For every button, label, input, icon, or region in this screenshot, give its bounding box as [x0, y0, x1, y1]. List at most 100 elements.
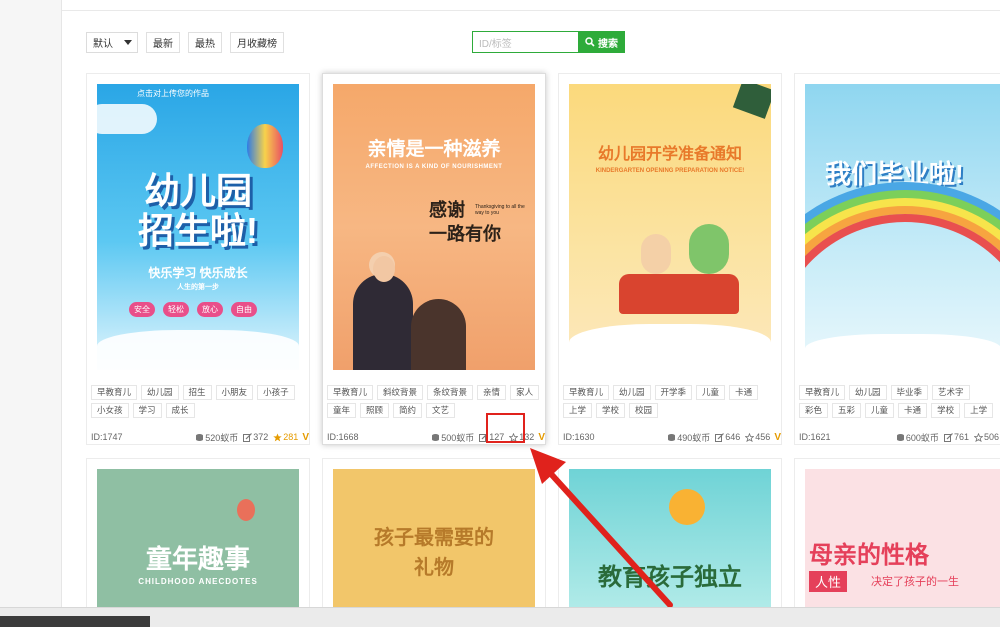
- frog-illustration: [689, 224, 729, 274]
- tag[interactable]: 毕业季: [890, 385, 929, 400]
- tag[interactable]: 亲情: [477, 385, 507, 400]
- tag[interactable]: 开学季: [654, 385, 693, 400]
- tag[interactable]: 卡通: [729, 385, 759, 400]
- tag[interactable]: 五彩: [832, 403, 862, 418]
- poster-headline-2: 礼物: [414, 557, 454, 579]
- poster-image[interactable]: 亲情是一种滋养 AFFECTION IS A KIND OF NOURISHME…: [333, 84, 535, 370]
- tag[interactable]: 文艺: [426, 403, 456, 418]
- tag[interactable]: 小孩子: [257, 385, 295, 400]
- edit-icon: [243, 432, 253, 442]
- family-illustration: [411, 299, 466, 370]
- poster-chip: 自由: [231, 302, 257, 317]
- tag[interactable]: 校园: [629, 403, 659, 418]
- poster-headline: 亲情是一种滋养: [367, 139, 501, 160]
- template-id: ID:1747: [91, 432, 123, 442]
- template-id: ID:1621: [799, 432, 831, 442]
- sort-newest-button[interactable]: 最新: [146, 31, 180, 53]
- tag[interactable]: 幼儿园: [141, 385, 179, 400]
- tag[interactable]: 幼儿园: [849, 385, 887, 400]
- coin-icon: [196, 433, 204, 441]
- favorite-count-value: 281: [283, 432, 299, 442]
- poster-subtitle: 决定了孩子的一生: [871, 576, 959, 588]
- tag[interactable]: 艺术字: [932, 385, 970, 400]
- taskbar-segment: [0, 616, 150, 627]
- vip-icon: V: [774, 431, 781, 443]
- bottom-bar: [0, 607, 1000, 627]
- poster-subtitle: KINDERGARTEN OPENING PREPARATION NOTICE!: [595, 168, 745, 174]
- tag[interactable]: 成长: [165, 403, 195, 418]
- template-card[interactable]: 母亲的性格 人性 决定了孩子的一生: [794, 458, 1000, 627]
- poster-image[interactable]: 我们毕业啦!: [805, 84, 1000, 370]
- tag[interactable]: 小朋友: [215, 385, 254, 400]
- tag[interactable]: 儿童: [696, 385, 726, 400]
- sort-hottest-button[interactable]: 最热: [188, 31, 222, 53]
- poster-subtitle: 人生的第一步: [177, 284, 219, 291]
- tag[interactable]: 早教育儿: [799, 385, 846, 400]
- tag[interactable]: 儿童: [865, 403, 895, 418]
- sort-monthly-button[interactable]: 月收藏榜: [230, 31, 284, 53]
- coin-icon: [432, 433, 440, 441]
- poster-chip: 放心: [197, 302, 223, 317]
- template-card[interactable]: 童年趣事 CHILDHOOD ANECDOTES: [86, 458, 310, 627]
- sort-select[interactable]: 默认: [86, 31, 138, 53]
- template-id: ID:1668: [327, 432, 359, 442]
- template-card[interactable]: 点击对上传您的作品 幼儿园 招生啦! 快乐学习 快乐成长 人生的第一步 安全 轻…: [86, 73, 310, 445]
- tag[interactable]: 条纹背景: [427, 385, 474, 400]
- tag[interactable]: 幼儿园: [613, 385, 651, 400]
- poster-line-1: 感谢: [429, 200, 465, 220]
- sort-toolbar: 默认 最新 最热 月收藏榜: [86, 31, 284, 53]
- poster-headline: 孩子最需要的: [374, 527, 494, 549]
- poster-chip: 人性: [809, 571, 848, 592]
- tag[interactable]: 卡通: [898, 403, 928, 418]
- tag[interactable]: 学习: [132, 403, 162, 418]
- tag[interactable]: 照顾: [360, 403, 390, 418]
- tag[interactable]: 斜纹背景: [377, 385, 424, 400]
- tag[interactable]: 早教育儿: [91, 385, 138, 400]
- poster-subtitle: AFFECTION IS A KIND OF NOURISHMENT: [365, 164, 503, 170]
- poster-chip: 安全: [129, 302, 155, 317]
- tag[interactable]: 小女孩: [91, 403, 129, 418]
- edit-count-value: 761: [953, 432, 969, 442]
- favorite-count[interactable]: 281: [273, 432, 298, 442]
- tag[interactable]: 家人: [510, 385, 540, 400]
- tag[interactable]: 简约: [393, 403, 423, 418]
- tag[interactable]: 招生: [182, 385, 212, 400]
- poster-image[interactable]: 母亲的性格 人性 决定了孩子的一生: [805, 469, 1000, 627]
- search-button[interactable]: 搜索: [578, 31, 625, 53]
- tag[interactable]: 上学: [964, 403, 994, 418]
- tag-list: 早教育儿 幼儿园 开学季 儿童 卡通 上学 学校 校园: [563, 385, 779, 418]
- edit-count-value: 372: [253, 432, 269, 442]
- family-illustration: [353, 274, 413, 370]
- price: 500蚁币: [431, 431, 474, 444]
- poster-image[interactable]: 孩子最需要的 礼物: [333, 469, 535, 627]
- search-bar: ID/标签 搜索: [472, 31, 625, 53]
- left-gutter: [0, 0, 62, 627]
- poster-chips: 安全 轻松 放心 自由: [129, 302, 257, 317]
- poster-banner: 点击对上传您的作品: [137, 89, 209, 98]
- template-card[interactable]: 我们毕业啦! 早教育儿 幼儿园 毕业季 艺术字 彩色 五彩 儿童 卡通 学校 上…: [794, 73, 1000, 445]
- tag[interactable]: 学校: [596, 403, 626, 418]
- tag[interactable]: 上学: [563, 403, 593, 418]
- favorite-count[interactable]: 506: [973, 432, 999, 442]
- tag-list: 早教育儿 幼儿园 招生 小朋友 小孩子 小女孩 学习 成长: [91, 385, 307, 418]
- poster-image[interactable]: 童年趣事 CHILDHOOD ANECDOTES: [97, 469, 299, 627]
- tag[interactable]: 彩色: [799, 403, 829, 418]
- search-icon: [585, 37, 595, 47]
- tag[interactable]: 早教育儿: [563, 385, 610, 400]
- template-card[interactable]: 孩子最需要的 礼物: [322, 458, 546, 627]
- tag[interactable]: 童年: [327, 403, 357, 418]
- poster-image[interactable]: 幼儿园开学准备通知 KINDERGARTEN OPENING PREPARATI…: [569, 84, 771, 370]
- tag[interactable]: 早教育儿: [327, 385, 374, 400]
- search-input[interactable]: ID/标签: [472, 31, 578, 53]
- poster-image[interactable]: 点击对上传您的作品 幼儿园 招生啦! 快乐学习 快乐成长 人生的第一步 安全 轻…: [97, 84, 299, 370]
- template-card[interactable]: 亲情是一种滋养 AFFECTION IS A KIND OF NOURISHME…: [322, 73, 546, 445]
- favorite-count[interactable]: 456: [745, 432, 770, 442]
- cloud-decoration: [97, 330, 299, 370]
- poster-line-2: 一路有你: [429, 224, 501, 244]
- template-card[interactable]: 幼儿园开学准备通知 KINDERGARTEN OPENING PREPARATI…: [558, 73, 782, 445]
- tag[interactable]: 学校: [931, 403, 961, 418]
- caret-down-icon: [124, 39, 132, 45]
- price-value: 600蚁币: [905, 432, 939, 443]
- cloud-decoration: [805, 334, 1000, 370]
- price-value: 500蚁币: [441, 432, 475, 443]
